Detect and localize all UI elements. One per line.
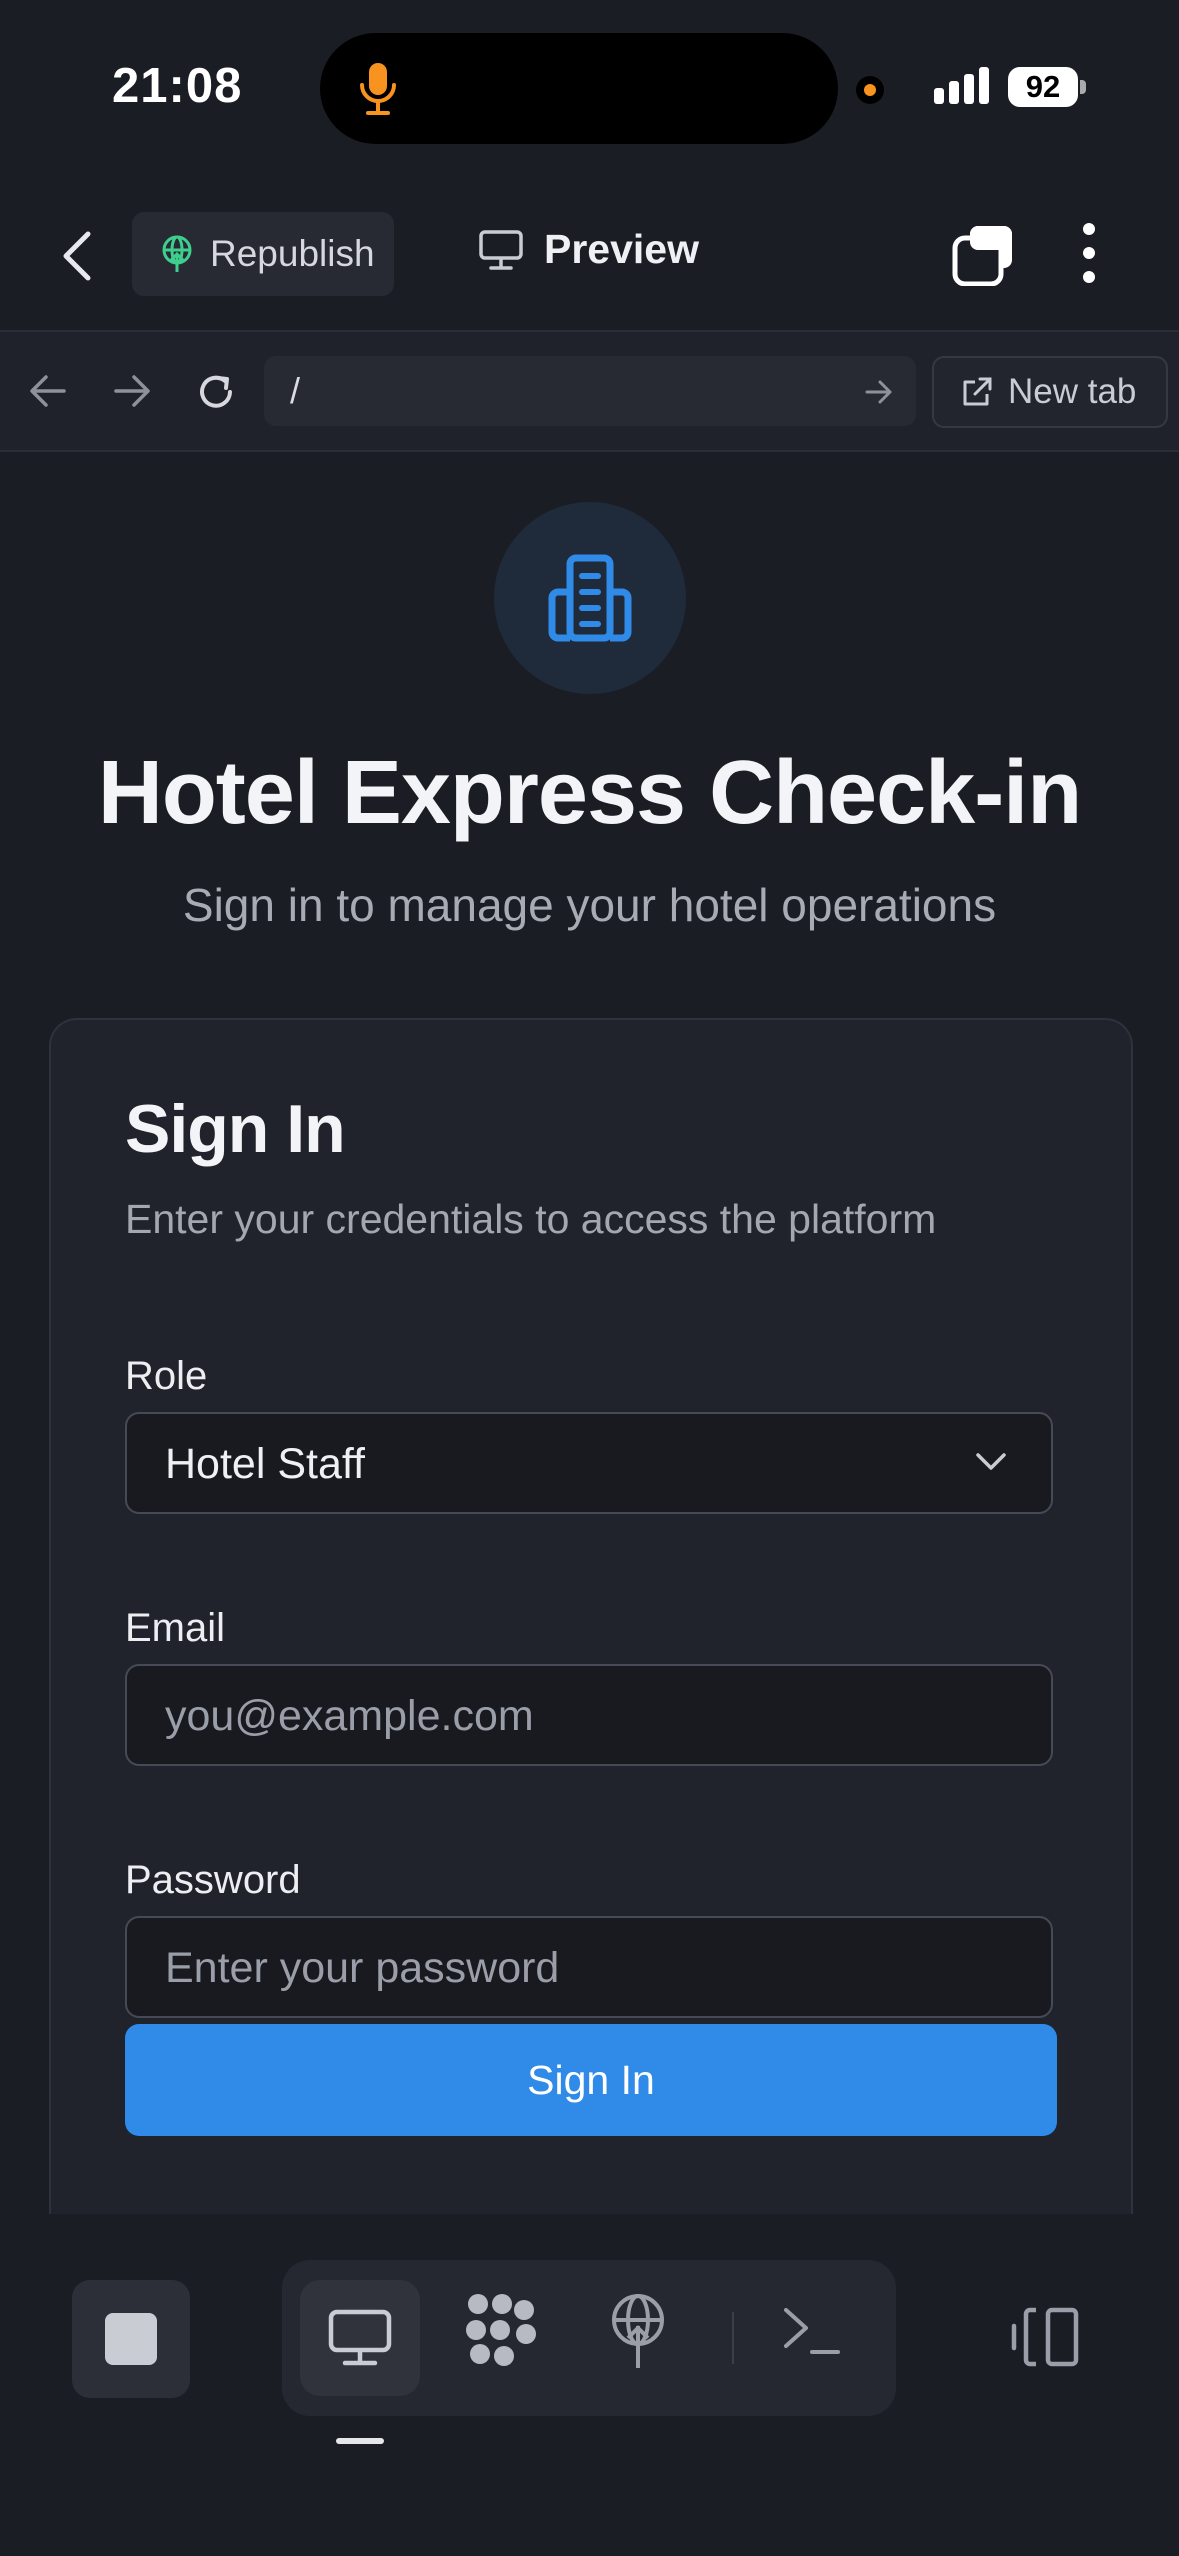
- new-tab-label: New tab: [1008, 372, 1137, 411]
- url-bar[interactable]: /: [264, 356, 916, 426]
- password-field[interactable]: Enter your password: [125, 1916, 1053, 2018]
- terminal-icon[interactable]: [782, 2304, 842, 2363]
- reload-icon[interactable]: [194, 370, 238, 419]
- card-title: Sign In: [125, 1091, 346, 1167]
- back-chevron-icon[interactable]: [60, 230, 94, 287]
- stop-icon[interactable]: [72, 2280, 190, 2398]
- new-tab-button[interactable]: New tab: [932, 356, 1168, 428]
- arrow-right-icon[interactable]: [112, 372, 152, 415]
- camera-indicator: [856, 76, 884, 104]
- preview-tab[interactable]: Preview: [478, 226, 699, 273]
- dynamic-island: [320, 33, 838, 144]
- page-title: Hotel Express Check-in: [97, 743, 1082, 843]
- email-placeholder: you@example.com: [165, 1692, 534, 1740]
- signin-button[interactable]: Sign In: [125, 2024, 1057, 2136]
- status-bar: 21:08 92: [0, 0, 1179, 180]
- card-description: Enter your credentials to access the pla…: [125, 1196, 937, 1242]
- deploy-icon[interactable]: [608, 2292, 668, 2377]
- republish-icon: [162, 235, 192, 272]
- page-subtitle: Sign in to manage your hotel operations: [182, 879, 997, 931]
- dots-grid-icon[interactable]: [462, 2290, 542, 2375]
- split-view-icon[interactable]: [1010, 2306, 1082, 2373]
- app-logo: [494, 502, 686, 694]
- go-arrow-icon[interactable]: [864, 378, 894, 411]
- role-select[interactable]: Hotel Staff: [125, 1412, 1053, 1514]
- role-label: Role: [125, 1354, 208, 1398]
- workspace-tabs: [282, 2260, 896, 2416]
- battery-level: 92: [1008, 67, 1078, 107]
- browser-nav-bar: / New tab: [0, 332, 1179, 452]
- preview-content: Hotel Express Check-in Sign in to manage…: [0, 452, 1179, 2214]
- email-field[interactable]: you@example.com: [125, 1664, 1053, 1766]
- desktop-icon[interactable]: [300, 2280, 420, 2396]
- role-select-value: Hotel Staff: [165, 1440, 365, 1488]
- signal-icon: [934, 66, 992, 111]
- battery-tip: [1080, 80, 1086, 94]
- password-label: Password: [125, 1858, 301, 1902]
- password-placeholder: Enter your password: [165, 1944, 560, 1992]
- editor-toolbar: Republish Preview: [0, 180, 1179, 332]
- microphone-icon: [358, 61, 398, 122]
- preview-label: Preview: [544, 226, 699, 272]
- republish-label: Republish: [210, 233, 375, 274]
- republish-button[interactable]: Republish: [132, 212, 394, 296]
- external-link-icon: [963, 377, 992, 406]
- email-label: Email: [125, 1606, 226, 1650]
- active-tab-indicator: [336, 2438, 384, 2444]
- tab-separator: [732, 2312, 734, 2364]
- more-vertical-icon[interactable]: [1082, 222, 1096, 289]
- signin-card: Sign In Enter your credentials to access…: [49, 1018, 1133, 2214]
- monitor-icon: [479, 229, 523, 270]
- bottom-toolbar: [0, 2214, 1179, 2556]
- url-text: /: [290, 370, 301, 411]
- arrow-left-icon[interactable]: [28, 372, 68, 415]
- signin-button-label: Sign In: [527, 2056, 655, 2103]
- status-time: 21:08: [112, 59, 243, 113]
- building-icon: [548, 554, 632, 642]
- chevron-down-icon: [975, 1452, 1007, 1477]
- copy-icon[interactable]: [952, 224, 1014, 291]
